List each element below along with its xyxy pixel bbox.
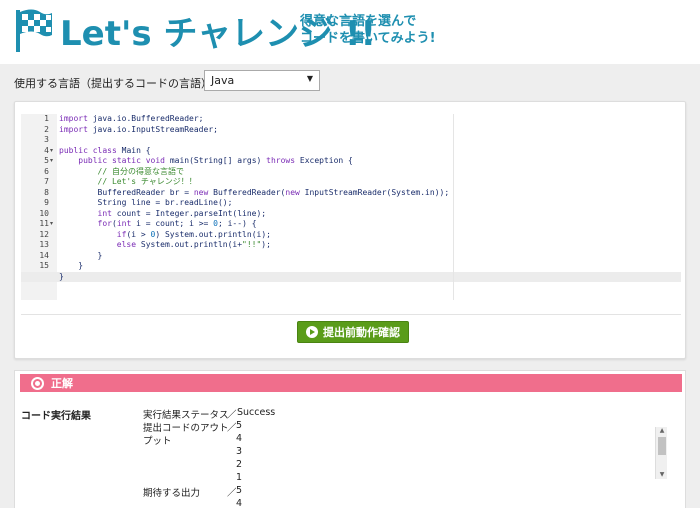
editor-card: 1234▾5▾67891011▾1213141516 import java.i… xyxy=(14,101,686,359)
language-selected-value: Java xyxy=(211,74,235,87)
code-line: if(i > 0) System.out.println(i); xyxy=(116,229,271,239)
arrow-circle-icon xyxy=(306,326,318,338)
line-number: 15 xyxy=(39,261,49,270)
code-line: import java.io.InputStreamReader; xyxy=(59,124,218,134)
code-line: } xyxy=(59,250,103,260)
line-number: 4 xyxy=(44,145,49,155)
code-line: // Let's チャレンジ！！ xyxy=(97,177,197,186)
code-line: // 自分の得意な言語で xyxy=(97,166,184,176)
line-number: 2 xyxy=(44,124,49,134)
fold-arrow-icon[interactable]: ▾ xyxy=(50,219,57,230)
result-card: 正解 コード実行結果 実行結果ステータス ／ Success 提出コードのアウト… xyxy=(14,370,686,508)
line-number: 9 xyxy=(44,198,49,207)
code-line: int count = Integer.parseInt(line); xyxy=(97,208,267,218)
checkered-flag-icon xyxy=(16,9,52,52)
tagline-line-2: コードを書いてみよう! xyxy=(300,31,436,46)
output-label-continued: プット xyxy=(143,436,172,447)
tagline-line-1: 得意な言語を選んで xyxy=(300,14,417,29)
scroll-up-icon[interactable]: ▲ xyxy=(656,427,668,435)
expected-value: 5 xyxy=(236,485,243,496)
line-number: 3 xyxy=(44,135,49,144)
output-value: 2 xyxy=(236,459,243,470)
line-number: 8 xyxy=(44,187,49,197)
output-value: 3 xyxy=(236,446,243,457)
output-scrollbar[interactable]: ▲ ▼ xyxy=(655,427,667,479)
code-editor[interactable]: 1234▾5▾67891011▾1213141516 import java.i… xyxy=(21,114,681,300)
code-line: } xyxy=(59,271,64,281)
run-check-button[interactable]: 提出前動作確認 xyxy=(297,321,409,343)
app-header: Let's チャレンジ !! 得意な言語を選んで コードを書いてみよう! xyxy=(0,0,700,64)
execution-result-label: コード実行結果 xyxy=(21,411,91,422)
fold-arrow-icon[interactable]: ▾ xyxy=(50,156,57,167)
line-number: 11 xyxy=(39,219,49,228)
divider xyxy=(21,314,681,315)
result-banner: 正解 xyxy=(20,374,682,392)
expected-value: 4 xyxy=(236,498,243,508)
code-line: else System.out.println(i+"!!"); xyxy=(116,240,271,249)
line-number: 7 xyxy=(44,177,49,186)
active-line-highlight xyxy=(21,271,681,282)
code-line: public class Main { xyxy=(59,145,151,155)
code-line: public static void main(String[] args) t… xyxy=(78,156,353,165)
output-value: 1 xyxy=(236,472,243,483)
run-check-button-label: 提出前動作確認 xyxy=(323,326,400,339)
line-number: 13 xyxy=(39,240,49,249)
line-number: 6 xyxy=(44,166,49,176)
print-margin xyxy=(453,114,454,300)
line-number: 12 xyxy=(39,229,49,239)
line-number: 14 xyxy=(39,250,49,260)
line-number: 5 xyxy=(44,156,49,165)
code-line: import java.io.BufferedReader; xyxy=(59,114,204,123)
tagline: 得意な言語を選んで コードを書いてみよう! xyxy=(300,13,436,47)
output-value: 4 xyxy=(236,433,243,444)
scroll-down-icon[interactable]: ▼ xyxy=(656,471,668,479)
line-number: 1 xyxy=(44,114,49,123)
result-banner-label: 正解 xyxy=(51,377,73,390)
fold-arrow-icon[interactable]: ▾ xyxy=(50,146,57,157)
code-line: String line = br.readLine(); xyxy=(59,198,233,207)
language-label: 使用する言語（提出するコードの言語） xyxy=(14,77,212,90)
status-label: 実行結果ステータス xyxy=(143,410,229,421)
expected-output-label: 期待する出力 xyxy=(143,488,201,499)
status-value: Success xyxy=(237,407,276,418)
status-separator: ／ xyxy=(227,410,237,421)
code-line: } xyxy=(59,261,84,270)
line-number: 10 xyxy=(39,208,49,218)
code-line: BufferedReader br = new BufferedReader(n… xyxy=(59,187,450,197)
output-label: 提出コードのアウト xyxy=(143,423,229,434)
code-line: for(int i = count; i >= 0; i--) { xyxy=(97,219,257,228)
correct-circle-icon xyxy=(31,376,44,390)
scrollbar-thumb[interactable] xyxy=(658,437,666,455)
output-value: 5 xyxy=(236,420,243,431)
dropdown-arrow-icon: ▼ xyxy=(306,74,313,83)
language-select[interactable]: Java ▼ xyxy=(204,70,320,91)
